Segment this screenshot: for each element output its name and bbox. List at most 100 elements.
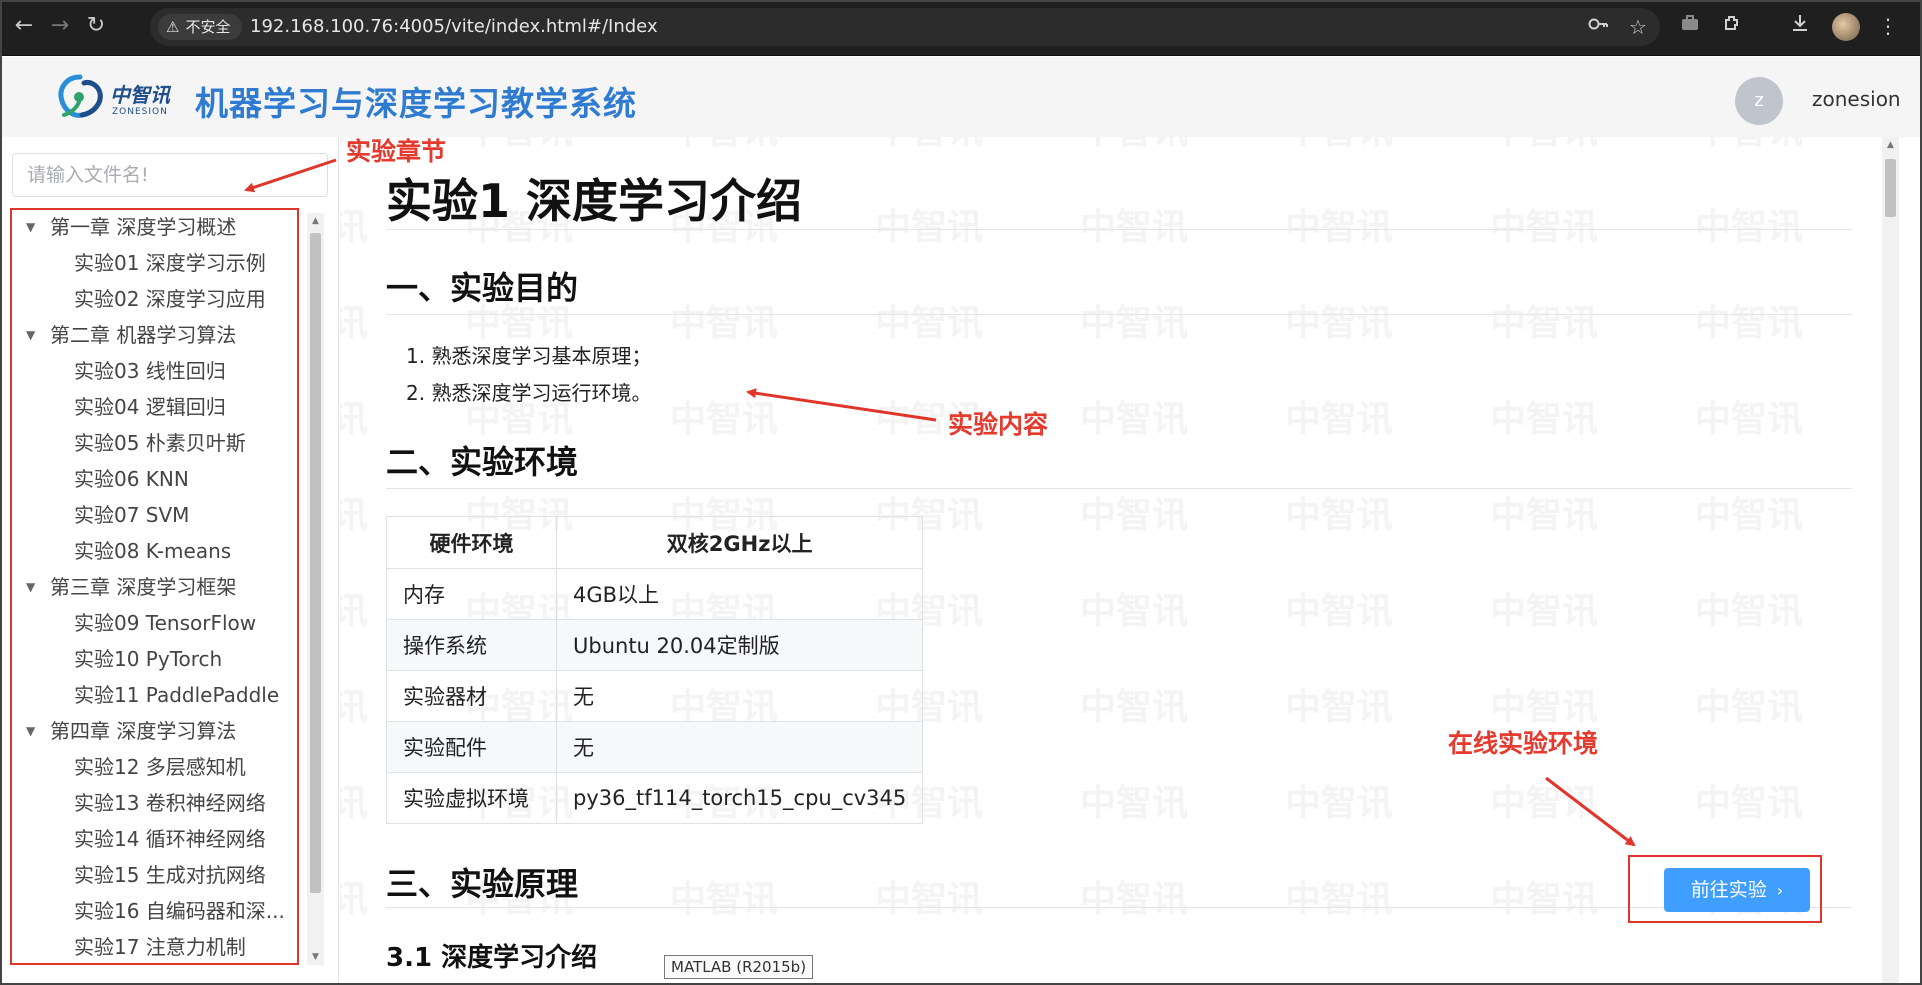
key-icon[interactable] (1584, 13, 1612, 41)
subsection-heading: 3.1 深度学习介绍 (386, 943, 598, 973)
watermark-text: 中智讯 (340, 783, 369, 824)
watermark-text: 中智讯 (1490, 399, 1599, 440)
table-cell: 操作系统 (386, 619, 557, 671)
page-title: 实验1 深度学习介绍 (386, 174, 803, 228)
watermark-text: 中智讯 (1695, 137, 1803, 154)
content-scroll-thumb[interactable] (1885, 159, 1896, 217)
watermark-text: 中智讯 (1080, 783, 1189, 824)
file-search-input[interactable] (12, 153, 328, 197)
watermark-text: 中智讯 (670, 399, 779, 440)
forward-arrow-icon[interactable]: → (44, 10, 76, 42)
watermark-text: 中智讯 (340, 591, 369, 632)
scroll-up-icon[interactable]: ▲ (1882, 137, 1899, 153)
scroll-up-icon[interactable]: ▲ (307, 213, 324, 229)
download-icon[interactable] (1786, 12, 1814, 40)
logo-text: 中智讯 (110, 83, 170, 107)
watermark-text: 中智讯 (1080, 591, 1189, 632)
annotation-content: 实验内容 (948, 410, 1049, 439)
extensions-icon[interactable] (1718, 12, 1746, 40)
table-cell: 无 (555, 670, 924, 722)
user-avatar[interactable]: z (1735, 77, 1783, 125)
table-cell: 无 (555, 721, 924, 773)
watermark-text: 中智讯 (1285, 591, 1394, 632)
chevron-right-icon: › (1776, 881, 1784, 900)
table-cell: py36_tf114_torch15_cpu_cv345 (555, 772, 924, 824)
section-environment-heading: 二、实验环境 (386, 443, 579, 481)
scroll-down-icon[interactable]: ▼ (307, 949, 324, 965)
back-arrow-icon[interactable]: ← (8, 10, 40, 42)
go-to-experiment-button[interactable]: 前往实验 › (1664, 868, 1810, 912)
watermark-text: 中智讯 (1080, 303, 1189, 344)
watermark-text: 中智讯 (875, 879, 984, 920)
briefcase-icon[interactable] (1676, 12, 1704, 40)
table-cell: 实验虚拟环境 (386, 772, 557, 824)
title-divider (386, 229, 1852, 230)
bookmark-star-icon[interactable]: ☆ (1624, 13, 1652, 41)
watermark-text: 中智讯 (340, 207, 369, 248)
section-divider (386, 488, 1852, 489)
watermark-text: 中智讯 (1080, 137, 1188, 154)
watermark-text: 中智讯 (1080, 687, 1189, 728)
address-bar[interactable]: ⚠ 不安全 192.168.100.76:4005/vite/index.html… (150, 8, 1660, 46)
watermark-text: 中智讯 (1695, 591, 1804, 632)
watermark-text: 中智讯 (1490, 879, 1599, 920)
watermark-text: 中智讯 (1490, 137, 1598, 154)
watermark-text: 中智讯 (1285, 137, 1393, 154)
sidebar: ▼第一章 深度学习概述实验01 深度学习示例实验02 深度学习应用▼第二章 机器… (2, 137, 339, 985)
more-menu-icon[interactable]: ⋮ (1874, 12, 1902, 40)
watermark-text: 中智讯 (1695, 399, 1804, 440)
url-text[interactable]: 192.168.100.76:4005/vite/index.html#/Ind… (250, 8, 658, 46)
app-title: 机器学习与深度学习教学系统 (195, 84, 637, 123)
table-row: 实验虚拟环境 py36_tf114_torch15_cpu_cv345 (386, 772, 924, 824)
table-cell: 内存 (386, 568, 557, 620)
watermark-text: 中智讯 (875, 207, 984, 248)
table-cell: 实验器材 (386, 670, 557, 722)
section-objectives-heading: 一、实验目的 (386, 269, 579, 307)
sidebar-scrollbar[interactable]: ▲ ▼ (307, 213, 324, 965)
watermark-text: 中智讯 (1285, 303, 1394, 344)
watermark-text: 中智讯 (1490, 687, 1599, 728)
profile-avatar[interactable] (1832, 13, 1860, 41)
watermark-text: 中智讯 (1285, 783, 1394, 824)
objective-item: 2. 熟悉深度学习运行环境。 (406, 381, 652, 405)
watermark-text: 中智讯 (1490, 207, 1599, 248)
watermark-text: 中智讯 (1695, 303, 1804, 344)
tooltip: MATLAB (R2015b) (664, 955, 814, 979)
main-content: 中智讯中智讯中智讯中智讯中智讯中智讯中智讯中智讯中智讯中智讯中智讯中智讯中智讯中… (340, 137, 1902, 985)
table-row: 内存 4GB以上 (386, 568, 924, 620)
reload-icon[interactable]: ↻ (80, 10, 112, 42)
zonesion-logo-icon (58, 74, 103, 118)
username[interactable]: zonesion (1812, 87, 1901, 111)
table-row: 操作系统 Ubuntu 20.04定制版 (386, 619, 924, 671)
table-cell: Ubuntu 20.04定制版 (555, 619, 924, 671)
watermark-text: 中智讯 (1695, 495, 1804, 536)
watermark-text: 中智讯 (1490, 591, 1599, 632)
watermark-text: 中智讯 (340, 399, 369, 440)
watermark-text: 中智讯 (670, 137, 778, 154)
watermark-text: 中智讯 (670, 303, 779, 344)
app-header: 中智讯 ZONESION 机器学习与深度学习教学系统 z zonesion (2, 57, 1920, 137)
logo-subtext: ZONESION (112, 107, 168, 117)
watermark-text: 中智讯 (1285, 879, 1394, 920)
security-indicator[interactable]: ⚠ 不安全 (158, 14, 243, 40)
watermark-text: 中智讯 (670, 879, 779, 920)
watermark-text: 中智讯 (1285, 495, 1394, 536)
watermark-text: 中智讯 (465, 137, 573, 154)
content-scrollbar[interactable]: ▲ (1882, 137, 1899, 985)
section-divider (386, 314, 1852, 315)
watermark-text: 中智讯 (1080, 495, 1189, 536)
sidebar-scroll-thumb[interactable] (310, 233, 321, 893)
table-cell: 4GB以上 (555, 568, 924, 620)
watermark-text: 中智讯 (1490, 495, 1599, 536)
table-header-cell: 双核2GHz以上 (555, 516, 924, 569)
watermark-text: 中智讯 (340, 303, 369, 344)
watermark-text: 中智讯 (1695, 783, 1804, 824)
environment-table: 硬件环境 双核2GHz以上 内存 4GB以上 操作系统 Ubuntu 20.04… (386, 516, 924, 824)
table-cell: 实验配件 (386, 721, 557, 773)
go-button-label: 前往实验 (1690, 879, 1767, 901)
watermark-text: 中智讯 (340, 495, 369, 536)
warning-icon: ⚠ (166, 18, 180, 36)
watermark-text: 中智讯 (340, 687, 369, 728)
watermark-text: 中智讯 (1080, 399, 1189, 440)
watermark-text: 中智讯 (1285, 207, 1394, 248)
